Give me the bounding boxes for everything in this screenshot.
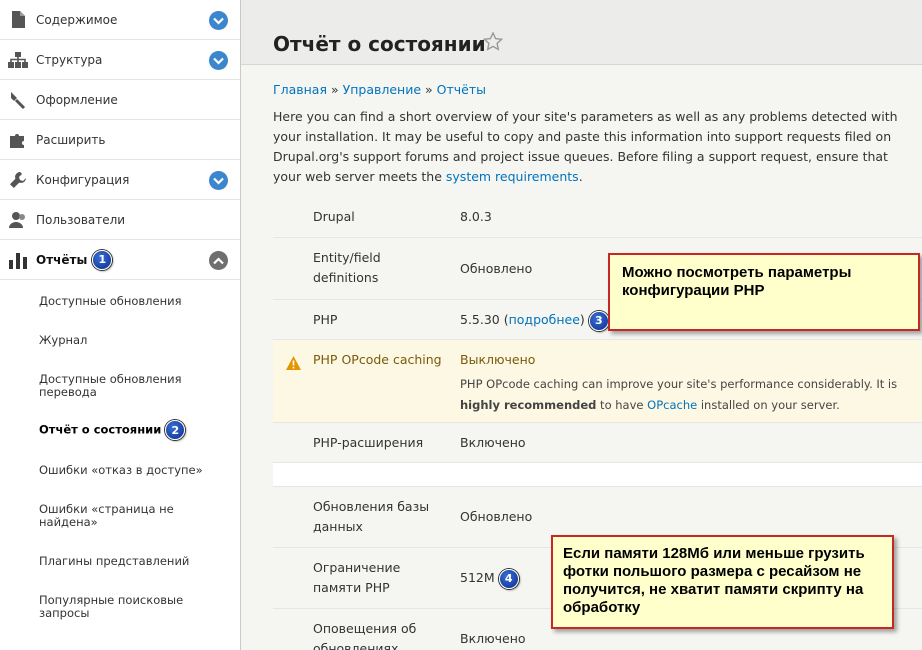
system-requirements-link[interactable]: system requirements — [446, 169, 579, 184]
annotation-badge: 2 — [165, 420, 186, 440]
star-icon[interactable] — [482, 31, 504, 55]
status-value: Включено — [460, 435, 526, 450]
content-icon — [8, 10, 28, 30]
intro-body: Here you can find a short overview of yo… — [273, 109, 898, 184]
chevron-up-icon[interactable] — [209, 251, 228, 270]
status-row-drupal: Drupal 8.0.3 — [273, 196, 922, 238]
chevron-down-icon[interactable] — [209, 51, 228, 70]
sidebar-item-label: Конфигурация — [36, 172, 130, 187]
annotation-badge: 3 — [588, 310, 609, 331]
status-value: 512M 4 — [460, 568, 519, 589]
status-spacer-row — [273, 463, 922, 487]
desc-strong: highly recommended — [460, 398, 597, 412]
wrench-icon — [8, 170, 28, 190]
status-value: Обновлено — [460, 261, 533, 276]
structure-icon — [8, 50, 28, 70]
status-row-opcode: PHP OPcode caching Выключено PHP OPcode … — [273, 340, 922, 423]
sidebar-item-extend[interactable]: Расширить — [0, 120, 240, 160]
sidebar-item-reports[interactable]: Отчёты 1 — [0, 240, 240, 280]
extend-icon — [8, 130, 28, 150]
sidebar-subitem-views-plugins[interactable]: Плагины представлений — [39, 555, 229, 568]
sidebar-item-users[interactable]: Пользователи — [0, 200, 240, 240]
status-title: Оповещения об обновлениях — [313, 621, 417, 650]
sidebar-subitem-top-searches[interactable]: Популярные поисковые запросы — [39, 594, 189, 620]
users-icon — [8, 210, 28, 230]
breadcrumb-separator: » — [330, 82, 339, 97]
annotation-badge: 1 — [92, 249, 113, 270]
status-row-php-extensions: PHP-расширения Включено — [273, 423, 922, 463]
sidebar-item-configuration[interactable]: Конфигурация — [0, 160, 240, 200]
sidebar-item-structure[interactable]: Структура — [0, 40, 240, 80]
sidebar-subitem-label: Отчёт о состоянии — [39, 422, 162, 437]
status-title: PHP — [313, 312, 338, 327]
sidebar-item-label: Структура — [36, 52, 103, 67]
page-title: Отчёт о состоянии — [273, 32, 486, 56]
status-value: 5.5.30 (подробнее) 3 — [460, 310, 609, 331]
breadcrumb: Главная » Управление » Отчёты — [273, 82, 486, 97]
sidebar-subitem-access-denied[interactable]: Ошибки «отказ в доступе» — [39, 464, 229, 477]
desc-text: installed on your server. — [697, 398, 840, 412]
opcache-link[interactable]: OPcache — [647, 398, 697, 412]
status-value: 8.0.3 — [460, 209, 492, 224]
memory-value: 512M — [460, 570, 495, 585]
desc-text: to have — [596, 398, 648, 412]
sidebar-item-label: Пользователи — [36, 212, 126, 227]
sidebar-item-label: Оформление — [36, 92, 118, 107]
status-title: Ограничение памяти PHP — [313, 560, 401, 595]
php-info-link[interactable]: подробнее — [509, 312, 580, 327]
callout-php-config: Можно посмотреть параметры конфигурации … — [608, 253, 920, 331]
sidebar-subitem-page-not-found[interactable]: Ошибки «страница не найдена» — [39, 503, 189, 529]
page-header: Отчёт о состоянии — [241, 0, 922, 65]
warning-icon — [286, 355, 301, 374]
status-title: PHP OPcode caching — [313, 352, 442, 367]
annotation-badge: 4 — [498, 568, 519, 589]
breadcrumb-home[interactable]: Главная — [273, 82, 327, 97]
status-value: Выключено — [460, 352, 536, 367]
status-value: Включено — [460, 631, 526, 646]
sidebar-subitem-available-updates[interactable]: Доступные обновления — [39, 295, 229, 308]
sidebar-subitem-log[interactable]: Журнал — [39, 334, 229, 347]
status-title: Entity/field definitions — [313, 250, 381, 285]
status-title: Обновления базы данных — [313, 499, 430, 534]
callout-memory-limit: Если памяти 128Мб или меньше грузить фот… — [551, 535, 894, 629]
php-version: 5.5.30 ( — [460, 312, 509, 327]
status-title: PHP-расширения — [313, 435, 424, 450]
intro-text: Here you can find a short overview of yo… — [273, 107, 905, 187]
chevron-down-icon[interactable] — [209, 11, 228, 30]
desc-text: PHP OPcode caching can improve your site… — [460, 377, 898, 391]
sidebar-item-content[interactable]: Содержимое — [0, 0, 240, 40]
intro-end: . — [578, 169, 583, 184]
sidebar-item-label: Отчёты — [36, 252, 88, 267]
status-title: Drupal — [313, 209, 355, 224]
status-description: PHP OPcode caching can improve your site… — [460, 374, 910, 416]
sidebar-item-appearance[interactable]: Оформление — [0, 80, 240, 120]
php-version-end: ) — [579, 312, 585, 327]
admin-sidebar: Содержимое Структура Оформление Расширит… — [0, 0, 241, 650]
status-value: Обновлено — [460, 509, 533, 524]
breadcrumb-reports[interactable]: Отчёты — [437, 82, 486, 97]
sidebar-item-label: Содержимое — [36, 12, 118, 27]
sidebar-item-label: Расширить — [36, 132, 106, 147]
sidebar-subitem-translation-updates[interactable]: Доступные обновления перевода — [39, 373, 209, 399]
breadcrumb-separator: » — [425, 82, 433, 97]
breadcrumb-admin[interactable]: Управление — [343, 82, 421, 97]
reports-icon — [8, 250, 28, 270]
appearance-icon — [8, 90, 28, 110]
sidebar-subitem-status-report[interactable]: Отчёт о состоянии 2 — [39, 420, 229, 440]
chevron-down-icon[interactable] — [209, 171, 228, 190]
